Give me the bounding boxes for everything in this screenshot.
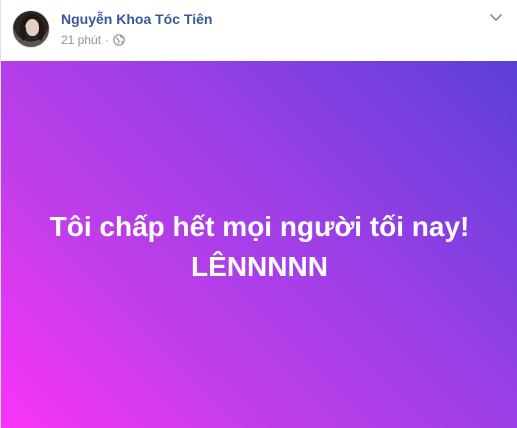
post-header: Nguyễn Khoa Tóc Tiên 21 phút ·: [1, 0, 517, 61]
status-text: Tôi chấp hết mọi người tối nay! LÊNNNNN: [1, 207, 517, 287]
avatar[interactable]: [12, 10, 50, 48]
globe-icon[interactable]: [113, 34, 125, 46]
post-meta: 21 phút ·: [61, 33, 125, 47]
author-name[interactable]: Nguyễn Khoa Tóc Tiên: [61, 11, 212, 27]
status-line-2: LÊNNNNN: [191, 251, 328, 282]
avatar-face: [26, 19, 39, 36]
status-background: Tôi chấp hết mọi người tối nay! LÊNNNNN: [1, 61, 517, 428]
chevron-down-icon[interactable]: [488, 9, 504, 25]
meta-separator: ·: [105, 33, 110, 47]
facebook-post: Nguyễn Khoa Tóc Tiên 21 phút · Tôi chấp h…: [0, 0, 517, 428]
status-line-1: Tôi chấp hết mọi người tối nay!: [49, 211, 470, 242]
post-timestamp[interactable]: 21 phút: [61, 33, 101, 47]
